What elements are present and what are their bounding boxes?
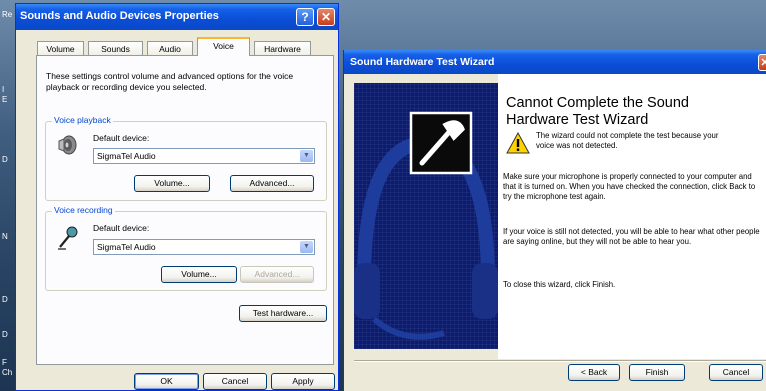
recording-device-value: SigmaTel Audio [97,242,156,252]
voice-tab-panel: These settings control volume and advanc… [36,55,334,365]
tab-hardware[interactable]: Hardware [254,41,311,55]
chevron-down-icon[interactable]: ▼ [300,241,313,253]
close-button[interactable]: ✕ [317,8,335,26]
finish-button[interactable]: Finish [629,364,685,381]
wizard-heading: Cannot Complete the Sound Hardware Test … [506,95,689,128]
desktop-icon-label[interactable]: Ch [2,368,12,377]
voice-recording-legend: Voice recording [52,205,115,215]
warning-icon [506,132,530,154]
back-button[interactable]: < Back [568,364,620,381]
warning-text: The wizard could not complete the test b… [536,131,719,150]
headset-wrench-icon [354,111,498,340]
tab-volume[interactable]: Volume [37,41,84,55]
playback-volume-button[interactable]: Volume... [134,175,210,192]
recording-device-label: Default device: [93,223,150,233]
playback-advanced-button[interactable]: Advanced... [230,175,314,192]
desktop-icon-label[interactable]: D [2,330,8,339]
desktop-icon-label[interactable]: E [2,95,7,104]
title-bar[interactable]: Sounds and Audio Devices Properties ? ✕ [16,4,338,30]
microphone-icon [58,226,78,250]
chevron-down-icon[interactable]: ▼ [300,150,313,162]
apply-button[interactable]: Apply [271,373,335,390]
tab-audio[interactable]: Audio [147,41,193,55]
wizard-title-bar[interactable]: Sound Hardware Test Wizard ✕ [344,50,766,74]
voice-playback-legend: Voice playback [52,115,113,125]
desktop-icon-label[interactable]: F [2,358,7,367]
desktop-icon-label[interactable]: I [2,85,4,94]
ok-button[interactable]: OK [134,373,199,390]
instruction-paragraph-1: Make sure your microphone is properly co… [503,172,756,201]
wizard-cancel-button[interactable]: Cancel [709,364,763,381]
recording-device-select[interactable]: SigmaTel Audio ▼ [93,239,315,255]
sound-hardware-test-wizard: Sound Hardware Test Wizard ✕ Cannot Comp… [343,50,766,391]
help-button[interactable]: ? [296,8,314,26]
voice-playback-group: Voice playback Default device: SigmaTel … [45,115,327,201]
intro-text: These settings control volume and advanc… [46,71,294,92]
instruction-paragraph-2: If your voice is still not detected, you… [503,227,760,246]
playback-device-label: Default device: [93,133,150,143]
wizard-close-button[interactable]: ✕ [758,54,766,71]
sound-properties-window: Sounds and Audio Devices Properties ? ✕ … [15,3,339,391]
desktop-icon-label[interactable]: Re [2,10,12,19]
speaker-icon [58,135,77,155]
wizard-content: Cannot Complete the Sound Hardware Test … [498,74,766,359]
instruction-paragraph-3: To close this wizard, click Finish. [503,280,616,289]
tab-voice[interactable]: Voice [197,37,250,56]
playback-device-value: SigmaTel Audio [97,151,156,161]
voice-recording-group: Voice recording Default device: SigmaTel… [45,205,327,291]
desktop-icon-label[interactable]: D [2,155,8,164]
wizard-separator [354,360,766,362]
wizard-title: Sound Hardware Test Wizard [350,56,495,68]
tab-sounds[interactable]: Sounds [88,41,143,55]
test-hardware-button[interactable]: Test hardware... [239,305,327,322]
cancel-button[interactable]: Cancel [203,373,267,390]
window-title: Sounds and Audio Devices Properties [20,10,219,22]
playback-device-select[interactable]: SigmaTel Audio ▼ [93,148,315,164]
recording-advanced-button[interactable]: Advanced... [240,266,314,283]
recording-volume-button[interactable]: Volume... [161,266,237,283]
desktop-icon-label[interactable]: D [2,295,8,304]
desktop-icon-label[interactable]: N [2,232,8,241]
wizard-side-art [354,83,498,349]
